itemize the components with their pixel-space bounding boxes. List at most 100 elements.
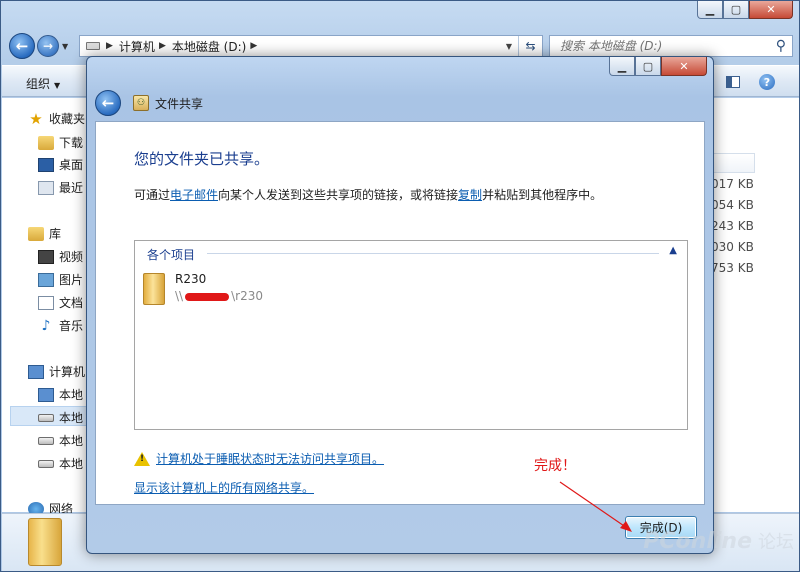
dialog-title-buttons: ▁ ▢ ✕: [609, 57, 707, 76]
chevron-down-icon: ▼: [54, 81, 61, 90]
copy-link[interactable]: 复制: [458, 188, 482, 202]
music-note-icon: ♪: [41, 317, 51, 334]
dialog-footer: 完成(D): [95, 506, 705, 546]
sidebar-label: 本地: [59, 388, 84, 402]
star-icon: ★: [29, 109, 43, 128]
sidebar-computer[interactable]: 计算机: [28, 363, 85, 380]
share-description: 可通过电子邮件向某个人发送到这些共享项的链接，或将链接复制并粘贴到其他程序中。: [134, 186, 602, 203]
downloads-folder-icon: [38, 135, 54, 150]
search-icon[interactable]: ⚲: [776, 38, 786, 54]
drive-icon: [86, 42, 100, 50]
list-item[interactable]: R230 \\ \r230: [143, 271, 263, 305]
video-library-icon: [38, 249, 54, 264]
items-group-header: 各个项目: [147, 248, 196, 262]
explorer-minimize-button[interactable]: ▁: [697, 1, 723, 19]
sidebar-item-drive-c[interactable]: 本地: [38, 386, 83, 403]
page-title: 您的文件夹已共享。: [134, 150, 270, 168]
search-box[interactable]: ⚲: [549, 35, 793, 57]
sidebar-item-drive-f[interactable]: 本地: [38, 455, 83, 472]
shared-items-list: 各个项目 ▲ R230 \\ \r230: [134, 240, 688, 430]
breadcrumb-chevron-icon[interactable]: ▶: [250, 41, 257, 51]
back-arrow-icon[interactable]: ←: [9, 33, 35, 59]
navigation-pane: ★ 收藏夹 下载 桌面 最近 库 视频 图片 文档 ♪ 音乐 计算机 本地 本地…: [2, 98, 92, 516]
email-link[interactable]: 电子邮件: [170, 188, 218, 202]
watermark-text: 论坛: [758, 532, 794, 553]
file-sharing-dialog: ▁ ▢ ✕ ← ⚇ 文件共享 您的文件夹已共享。 可通过电子邮件向某个人发送到这…: [86, 56, 714, 554]
sidebar-label: 计算机: [49, 365, 86, 379]
nav-buttons: ← → ▼: [9, 33, 68, 59]
sidebar-label: 音乐: [59, 319, 84, 333]
breadcrumb-chevron-icon[interactable]: ▶: [159, 41, 166, 51]
collapse-chevron-icon[interactable]: ▲: [669, 245, 677, 256]
file-sharing-icon: ⚇: [133, 95, 149, 111]
forward-arrow-icon[interactable]: →: [37, 35, 59, 57]
recent-places-icon: [38, 180, 54, 195]
breadcrumb-chevron-icon[interactable]: ▶: [106, 41, 113, 51]
folder-icon: [28, 518, 62, 566]
sidebar-label: 文档: [59, 296, 84, 310]
picture-library-icon: [38, 272, 54, 287]
search-input[interactable]: [558, 38, 758, 54]
recent-pages-chevron-icon[interactable]: ▼: [62, 42, 68, 51]
dialog-minimize-button[interactable]: ▁: [609, 57, 635, 76]
sidebar-item-drive-e[interactable]: 本地: [38, 432, 83, 449]
annotation-label: 完成！: [534, 458, 576, 474]
file-size: 054 KB: [711, 198, 754, 212]
sidebar-label: 下载: [59, 136, 84, 150]
path-prefix: \\: [175, 289, 184, 303]
sidebar-label: 本地: [59, 434, 84, 448]
dialog-close-button[interactable]: ✕: [661, 57, 707, 76]
dialog-maximize-button[interactable]: ▢: [635, 57, 661, 76]
redaction-mark: [185, 292, 230, 301]
column-header[interactable]: [713, 153, 755, 173]
share-item-name: R230: [175, 272, 207, 286]
drive-icon: [38, 413, 54, 422]
computer-icon: [28, 364, 44, 379]
back-arrow-icon[interactable]: ←: [95, 90, 121, 116]
refresh-icon[interactable]: ⇆: [518, 36, 542, 56]
sidebar-favorites[interactable]: ★ 收藏夹: [28, 109, 86, 128]
explorer-maximize-button[interactable]: ▢: [723, 1, 749, 19]
description-text: 向某个人发送到这些共享项的链接，或将链接: [218, 188, 459, 202]
help-button[interactable]: ?: [757, 73, 777, 91]
folder-icon: [143, 273, 165, 305]
sidebar-item-downloads[interactable]: 下载: [38, 134, 83, 151]
sidebar-item-documents[interactable]: 文档: [38, 294, 83, 311]
system-drive-icon: [38, 387, 54, 402]
desktop-icon: [38, 157, 54, 172]
sidebar-item-music[interactable]: ♪ 音乐: [38, 317, 83, 334]
show-all-shares-link[interactable]: 显示该计算机上的所有网络共享。: [134, 479, 314, 496]
sidebar-item-drive-d[interactable]: 本地: [38, 409, 83, 426]
preview-pane-button[interactable]: [723, 73, 743, 91]
address-history-chevron-icon[interactable]: ▼: [506, 42, 512, 51]
file-size: 243 KB: [711, 219, 754, 233]
sidebar-label: 最近: [59, 181, 84, 195]
sidebar-label: 图片: [59, 273, 84, 287]
sidebar-label: 收藏夹: [49, 112, 86, 126]
library-icon: [28, 226, 44, 241]
file-size: 030 KB: [711, 240, 754, 254]
sleep-warning-link[interactable]: 计算机处于睡眠状态时无法访问共享项目。: [156, 450, 384, 467]
description-text: 可通过: [134, 188, 171, 202]
description-text: 并粘贴到其他程序中。: [482, 188, 603, 202]
sidebar-item-recent[interactable]: 最近: [38, 179, 83, 196]
sidebar-item-videos[interactable]: 视频: [38, 248, 83, 265]
share-item-path: \\ \r230: [175, 288, 263, 305]
breadcrumb-drive-d[interactable]: 本地磁盘 (D:): [172, 38, 246, 55]
explorer-close-button[interactable]: ✕: [749, 1, 793, 19]
sidebar-item-pictures[interactable]: 图片: [38, 271, 83, 288]
organize-button[interactable]: 组织 ▼: [26, 75, 60, 92]
preview-pane-icon: [726, 76, 740, 88]
document-library-icon: [38, 295, 54, 310]
dialog-title: 文件共享: [155, 96, 204, 111]
breadcrumb-computer[interactable]: 计算机: [119, 38, 155, 55]
sidebar-label: 本地: [59, 411, 84, 425]
sidebar-libraries[interactable]: 库: [28, 225, 61, 242]
organize-label: 组织: [26, 77, 51, 91]
drive-icon: [38, 459, 54, 468]
explorer-title-buttons: ▁ ▢ ✕: [697, 1, 793, 19]
address-bar[interactable]: ▶ 计算机 ▶ 本地磁盘 (D:) ▶ ▼ ⇆: [79, 35, 543, 57]
sidebar-item-desktop[interactable]: 桌面: [38, 156, 83, 173]
file-size: 017 KB: [711, 177, 754, 191]
dialog-header: ← ⚇ 文件共享: [95, 87, 203, 119]
